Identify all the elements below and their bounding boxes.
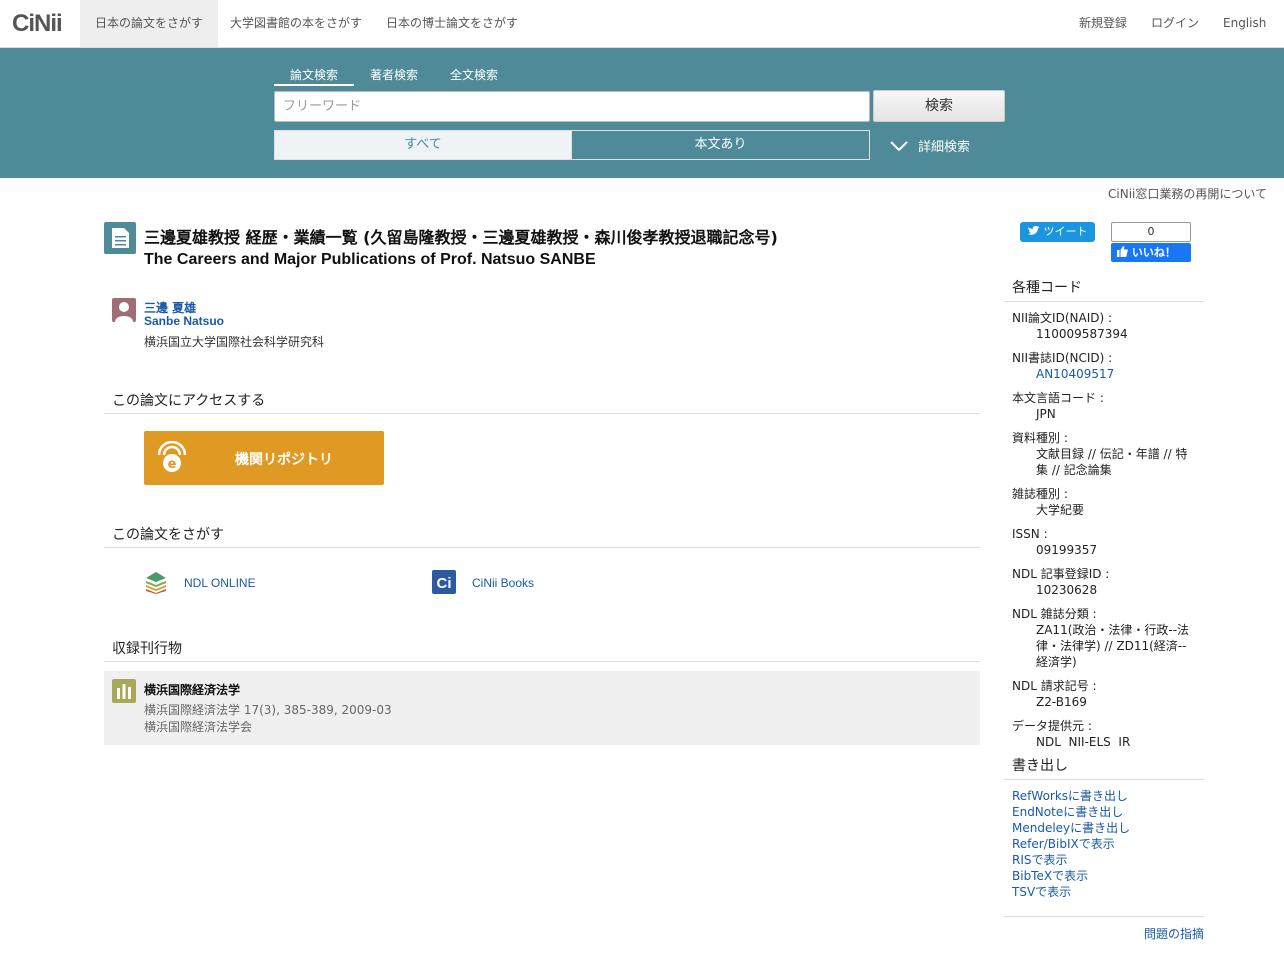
export-ris-link[interactable]: RISで表示 <box>1012 852 1130 868</box>
code-ndl-id: NDL 記事登録ID : 10230628 <box>1012 566 1192 598</box>
cinii-logo[interactable]: CiNii <box>12 10 63 38</box>
code-naid: NII論文ID(NAID) : 110009587394 <box>1012 310 1192 342</box>
search-input[interactable] <box>274 91 870 122</box>
export-refworks-link[interactable]: RefWorksに書き出し <box>1012 788 1130 804</box>
code-value: 09199357 <box>1036 543 1098 557</box>
ndl-online-icon <box>144 570 168 597</box>
repository-e-icon: e <box>156 440 188 479</box>
code-label: NDL 雑誌分類 : <box>1012 607 1097 621</box>
code-label: NDL 請求記号 : <box>1012 679 1097 693</box>
article-title-en: The Careers and Major Publications of Pr… <box>144 251 596 268</box>
author-affiliation: 横浜国立大学国際社会科学研究科 <box>144 335 325 349</box>
advanced-search-label: 詳細検索 <box>918 140 971 155</box>
tab-article-search[interactable]: 論文検索 <box>274 66 354 86</box>
like-button[interactable]: いいね！ <box>1111 243 1191 262</box>
journal-bars-icon <box>112 679 136 703</box>
tab-dissertations[interactable]: 日本の博士論文をさがす <box>371 0 533 47</box>
journal-card: 横浜国際経済法学 横浜国際経済法学 17(3), 385-389, 2009-0… <box>104 671 980 745</box>
article-title-ja: 三邊夏雄教授 経歴・業績一覧 (久留島隆教授・三邊夏雄教授・森川俊孝教授退職記念… <box>144 228 778 247</box>
notice-link[interactable]: CiNii窓口業務の再開について <box>1108 185 1267 202</box>
report-issue-link[interactable]: 問題の指摘 <box>1144 925 1204 942</box>
thumbs-up-icon <box>1117 246 1132 259</box>
export-tsv-link[interactable]: TSVで表示 <box>1012 884 1130 900</box>
code-label: データ提供元 : <box>1012 719 1092 733</box>
export-list: RefWorksに書き出し EndNoteに書き出し Mendeleyに書き出し… <box>1012 788 1130 900</box>
svg-text:Ci: Ci <box>437 575 452 592</box>
filter-fulltext[interactable]: 本文あり <box>571 130 870 160</box>
codes-list: NII論文ID(NAID) : 110009587394 NII書誌ID(NCI… <box>1012 310 1192 758</box>
code-value: ZA11(政治・法律・行政--法律・法律学) // ZD11(経済--経済学) <box>1036 623 1190 669</box>
code-ndl-call: NDL 請求記号 : Z2-B169 <box>1012 678 1192 710</box>
find-heading: この論文をさがす <box>104 524 980 548</box>
code-provider: データ提供元 : NDL NII-ELS IR <box>1012 718 1192 750</box>
code-value: JPN <box>1036 407 1056 421</box>
journal-volume: 横浜国際経済法学 17(3), 385-389, 2009-03 <box>144 703 392 717</box>
code-value: 大学紀要 <box>1036 503 1085 517</box>
code-label: NII論文ID(NAID) : <box>1012 311 1113 325</box>
like-count: 0 <box>1111 222 1191 242</box>
tab-fulltext-search[interactable]: 全文検索 <box>450 66 498 86</box>
code-value: 10230628 <box>1036 583 1098 597</box>
top-nav: CiNii 日本の論文をさがす 大学図書館の本をさがす 日本の博士論文をさがす … <box>0 0 1284 48</box>
code-label: NII書誌ID(NCID) : <box>1012 351 1113 365</box>
code-material-type: 資料種別 : 文献目録 // 伝記・年譜 // 特集 // 記念論集 <box>1012 430 1192 478</box>
code-label: 雑誌種別 : <box>1012 487 1068 501</box>
code-ncid: NII書誌ID(NCID) : AN10409517 <box>1012 350 1192 382</box>
document-icon <box>104 222 136 254</box>
svg-text:e: e <box>168 457 177 472</box>
code-issn: ISSN : 09199357 <box>1012 526 1192 558</box>
code-value: NDL NII-ELS IR <box>1036 735 1131 749</box>
english-link[interactable]: English <box>1223 0 1266 47</box>
ncid-link[interactable]: AN10409517 <box>1036 366 1192 382</box>
code-label: NDL 記事登録ID : <box>1012 567 1110 581</box>
repository-button[interactable]: e 機関リポジトリ <box>144 431 384 485</box>
export-bibtex-link[interactable]: BibTeXで表示 <box>1012 868 1130 884</box>
tweet-button[interactable]: ツイート <box>1020 222 1095 242</box>
export-refer-link[interactable]: Refer/BibIXで表示 <box>1012 836 1130 852</box>
tab-articles[interactable]: 日本の論文をさがす <box>80 0 219 47</box>
cinii-books-icon: Ci <box>432 570 456 597</box>
login-link[interactable]: ログイン <box>1151 0 1199 47</box>
code-value: 文献目録 // 伝記・年譜 // 特集 // 記念論集 <box>1036 447 1188 477</box>
sidebar-divider <box>1004 916 1204 917</box>
filter-all[interactable]: すべて <box>274 130 572 160</box>
code-label: ISSN : <box>1012 527 1048 541</box>
code-label: 本文言語コード : <box>1012 391 1104 405</box>
tweet-label: ツイート <box>1043 225 1088 238</box>
access-heading: この論文にアクセスする <box>104 390 980 414</box>
codes-heading: 各種コード <box>1004 277 1204 302</box>
code-value: 110009587394 <box>1036 327 1128 341</box>
twitter-bird-icon <box>1028 225 1044 238</box>
journal-heading: 収録刊行物 <box>104 638 980 662</box>
author-avatar-icon <box>112 298 136 322</box>
advanced-search-toggle[interactable]: 詳細検索 <box>890 136 970 155</box>
register-link[interactable]: 新規登録 <box>1079 0 1127 47</box>
code-journal-type: 雑誌種別 : 大学紀要 <box>1012 486 1192 518</box>
code-ndl-class: NDL 雑誌分類 : ZA11(政治・法律・行政--法律・法律学) // ZD1… <box>1012 606 1192 670</box>
export-mendeley-link[interactable]: Mendeleyに書き出し <box>1012 820 1130 836</box>
ndl-online-link[interactable]: NDL ONLINE <box>184 576 256 590</box>
like-label: いいね！ <box>1131 246 1176 259</box>
code-label: 資料種別 : <box>1012 431 1068 445</box>
journal-publisher: 横浜国際経済法学会 <box>144 720 253 734</box>
export-endnote-link[interactable]: EndNoteに書き出し <box>1012 804 1130 820</box>
code-value: Z2-B169 <box>1036 695 1087 709</box>
search-button[interactable]: 検索 <box>873 90 1005 122</box>
export-heading: 書き出し <box>1004 755 1204 780</box>
cinii-books-link[interactable]: CiNii Books <box>472 576 534 590</box>
tab-books[interactable]: 大学図書館の本をさがす <box>215 0 377 47</box>
journal-name[interactable]: 横浜国際経済法学 <box>144 681 240 698</box>
chevron-down-icon <box>890 140 908 155</box>
repository-label: 機関リポジトリ <box>235 452 333 468</box>
tab-author-search[interactable]: 著者検索 <box>370 66 418 86</box>
author-name-en[interactable]: Sanbe Natsuo <box>144 314 224 328</box>
code-language: 本文言語コード : JPN <box>1012 390 1192 422</box>
